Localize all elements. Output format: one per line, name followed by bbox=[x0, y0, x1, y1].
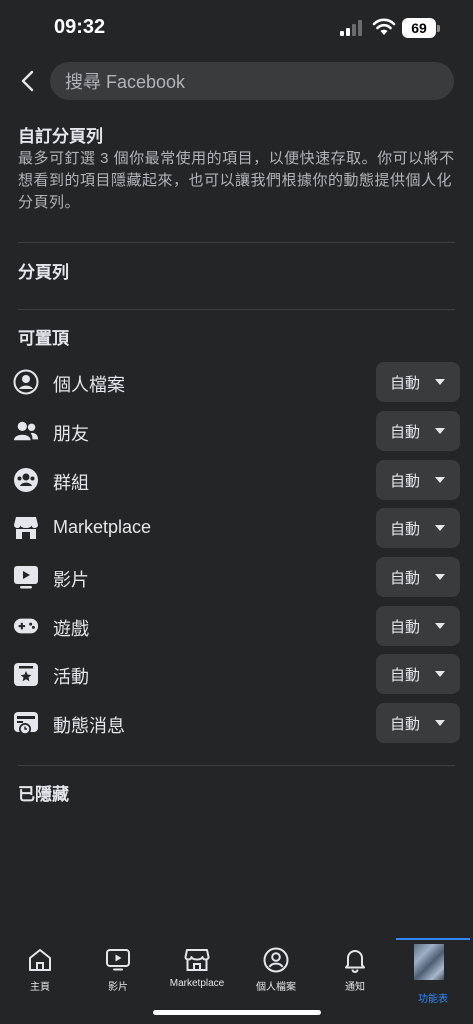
visibility-dropdown[interactable]: 自動 bbox=[376, 411, 460, 451]
caret-down-icon bbox=[435, 671, 445, 677]
status-time: 09:32 bbox=[54, 16, 106, 38]
groups-icon bbox=[13, 467, 39, 493]
tab-label: Marketplace bbox=[169, 978, 225, 989]
item-label: 群組 bbox=[53, 473, 89, 493]
dropdown-value: 自動 bbox=[390, 423, 421, 441]
visibility-dropdown[interactable]: 自動 bbox=[376, 606, 460, 646]
list-item-video: 影片 自動 bbox=[0, 557, 473, 597]
caret-down-icon bbox=[435, 428, 445, 434]
tab-marketplace[interactable]: Marketplace bbox=[157, 946, 237, 1000]
tab-label: 功能表 bbox=[418, 994, 448, 1005]
gaming-icon bbox=[13, 613, 39, 639]
avatar bbox=[414, 944, 444, 980]
visibility-dropdown[interactable]: 自動 bbox=[376, 362, 460, 402]
home-icon bbox=[26, 946, 54, 974]
item-label: 個人檔案 bbox=[53, 375, 125, 395]
page-description: 最多可釘選 3 個你最常使用的項目，以便快速存取。你可以將不想看到的項目隱藏起來… bbox=[18, 150, 455, 211]
visibility-dropdown[interactable]: 自動 bbox=[376, 703, 460, 743]
item-label: Marketplace bbox=[53, 517, 152, 537]
visibility-dropdown[interactable]: 自動 bbox=[376, 508, 460, 548]
home-indicator bbox=[153, 1010, 321, 1015]
list-item-friends: 朋友 自動 bbox=[0, 411, 473, 451]
tab-label: 個人檔案 bbox=[256, 982, 296, 993]
cellular-signal-icon bbox=[340, 20, 362, 36]
visibility-dropdown[interactable]: 自動 bbox=[376, 460, 460, 500]
marketplace-icon bbox=[183, 946, 211, 974]
divider bbox=[18, 309, 455, 310]
search-placeholder: 搜尋 Facebook bbox=[65, 72, 186, 92]
dropdown-value: 自動 bbox=[390, 618, 421, 636]
active-tab-indicator bbox=[396, 938, 470, 940]
section-hidden-title: 已隱藏 bbox=[18, 785, 69, 804]
caret-down-icon bbox=[435, 379, 445, 385]
section-pinnable-title: 可置頂 bbox=[18, 329, 69, 348]
dropdown-value: 自動 bbox=[390, 520, 421, 538]
battery-indicator: 69 bbox=[402, 18, 440, 38]
section-tab-bar-title: 分頁列 bbox=[18, 263, 69, 282]
list-item-profile: 個人檔案 自動 bbox=[0, 362, 473, 402]
caret-down-icon bbox=[435, 477, 445, 483]
caret-down-icon bbox=[435, 623, 445, 629]
dropdown-value: 自動 bbox=[390, 715, 421, 733]
list-item-groups: 群組 自動 bbox=[0, 460, 473, 500]
caret-down-icon bbox=[435, 720, 445, 726]
list-item-gaming: 遊戲 自動 bbox=[0, 606, 473, 646]
friends-icon bbox=[13, 418, 39, 444]
tab-menu[interactable]: 功能表 bbox=[393, 944, 473, 1005]
feeds-icon bbox=[13, 710, 39, 736]
tab-label: 主頁 bbox=[30, 982, 50, 993]
item-label: 朋友 bbox=[53, 424, 89, 444]
dropdown-value: 自動 bbox=[390, 374, 421, 392]
list-item-events: 活動 自動 bbox=[0, 654, 473, 694]
video-icon bbox=[13, 564, 39, 590]
divider bbox=[18, 242, 455, 243]
video-icon bbox=[104, 946, 132, 974]
status-bar: 09:32 69 bbox=[0, 0, 473, 56]
list-item-marketplace: Marketplace 自動 bbox=[0, 508, 473, 548]
dropdown-value: 自動 bbox=[390, 472, 421, 490]
tab-profile[interactable]: 個人檔案 bbox=[236, 946, 316, 1000]
page-title: 自訂分頁列 bbox=[18, 127, 103, 146]
item-label: 動態消息 bbox=[53, 716, 125, 736]
back-button[interactable] bbox=[12, 64, 42, 98]
profile-icon bbox=[262, 946, 290, 974]
visibility-dropdown[interactable]: 自動 bbox=[376, 557, 460, 597]
tab-label: 影片 bbox=[108, 982, 128, 993]
dropdown-value: 自動 bbox=[390, 569, 421, 587]
search-input[interactable]: 搜尋 Facebook bbox=[50, 62, 454, 100]
profile-icon bbox=[13, 369, 39, 395]
tab-home[interactable]: 主頁 bbox=[0, 946, 80, 1000]
tab-label: 通知 bbox=[345, 982, 365, 993]
events-icon bbox=[13, 661, 39, 687]
dropdown-value: 自動 bbox=[390, 666, 421, 684]
divider bbox=[18, 765, 455, 766]
visibility-dropdown[interactable]: 自動 bbox=[376, 654, 460, 694]
caret-down-icon bbox=[435, 574, 445, 580]
chevron-left-icon bbox=[21, 70, 34, 92]
item-label: 活動 bbox=[53, 667, 89, 687]
wifi-icon bbox=[372, 18, 396, 35]
tab-notifications[interactable]: 通知 bbox=[315, 946, 395, 1000]
list-item-feeds: 動態消息 自動 bbox=[0, 703, 473, 743]
bell-icon bbox=[341, 946, 369, 974]
item-label: 影片 bbox=[53, 570, 89, 590]
caret-down-icon bbox=[435, 525, 445, 531]
tab-video[interactable]: 影片 bbox=[78, 946, 158, 1000]
marketplace-icon bbox=[13, 515, 39, 541]
item-label: 遊戲 bbox=[53, 619, 89, 639]
battery-level: 69 bbox=[411, 20, 427, 36]
